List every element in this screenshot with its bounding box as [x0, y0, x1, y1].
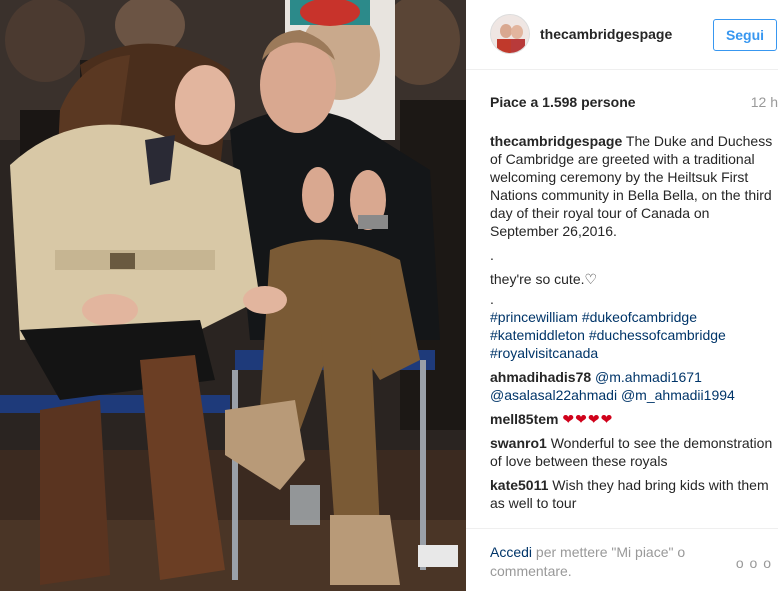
comment-username[interactable]: mell85tem [490, 411, 558, 427]
hashtag[interactable]: #royalvisitcanada [490, 345, 598, 361]
comment: ahmadihadis78 @m.ahmadi1671 @asalasal22a… [490, 368, 776, 404]
caption-username[interactable]: thecambridgespage [490, 133, 622, 149]
likes-count[interactable]: Piace a 1.598 persone [490, 94, 636, 110]
caption-comment: thecambridgespage The Duke and Duchess o… [490, 132, 776, 240]
more-options-icon[interactable]: o o o [736, 555, 772, 571]
comment-username[interactable]: ahmadihadis78 [490, 369, 591, 385]
mention[interactable]: @m_ahmadii1994 [621, 387, 735, 403]
post-sidebar: thecambridgespage Segui Piace a 1.598 pe… [466, 0, 778, 591]
comments-list[interactable]: thecambridgespage The Duke and Duchess o… [490, 132, 776, 524]
hashtag[interactable]: #dukeofcambridge [582, 309, 697, 325]
comment: swanro1 Wonderful to see the demonstrati… [490, 434, 776, 470]
post-time[interactable]: 12 h [751, 94, 778, 110]
post-username[interactable]: thecambridgespage [540, 26, 672, 42]
caption-dot-2: . [490, 291, 494, 307]
comment: mell85tem ❤❤❤❤ [490, 410, 776, 428]
hashtag[interactable]: #katemiddleton [490, 327, 585, 343]
comment-username[interactable]: swanro1 [490, 435, 547, 451]
post-photo-illustration [0, 0, 466, 591]
avatar[interactable] [490, 14, 530, 54]
login-link[interactable]: Accedi [490, 544, 532, 560]
caption-dot-1: . [490, 247, 494, 263]
follow-button[interactable]: Segui [713, 19, 777, 51]
post-header: thecambridgespage Segui [466, 0, 778, 70]
caption-hashtags: . #princewilliam #dukeofcambridge #katem… [490, 290, 776, 362]
mention[interactable]: @asalasal22ahmadi [490, 387, 617, 403]
post-photo[interactable] [0, 0, 466, 591]
hashtag[interactable]: #princewilliam [490, 309, 578, 325]
hashtag[interactable]: #duchessofcambridge [589, 327, 726, 343]
avatar-image [491, 15, 529, 53]
caption-line-2: they're so cute.♡ [490, 271, 598, 287]
comment: kate5011 Wish they had bring kids with t… [490, 476, 776, 512]
login-prompt: Accedi per mettere "Mi piace" o commenta… [490, 543, 720, 581]
comment-text: ❤❤❤❤ [562, 411, 614, 427]
post-footer: Accedi per mettere "Mi piace" o commenta… [466, 528, 778, 591]
comment-username[interactable]: kate5011 [490, 477, 548, 493]
likes-row: Piace a 1.598 persone 12 h [490, 94, 778, 114]
mention[interactable]: @m.ahmadi1671 [595, 369, 702, 385]
